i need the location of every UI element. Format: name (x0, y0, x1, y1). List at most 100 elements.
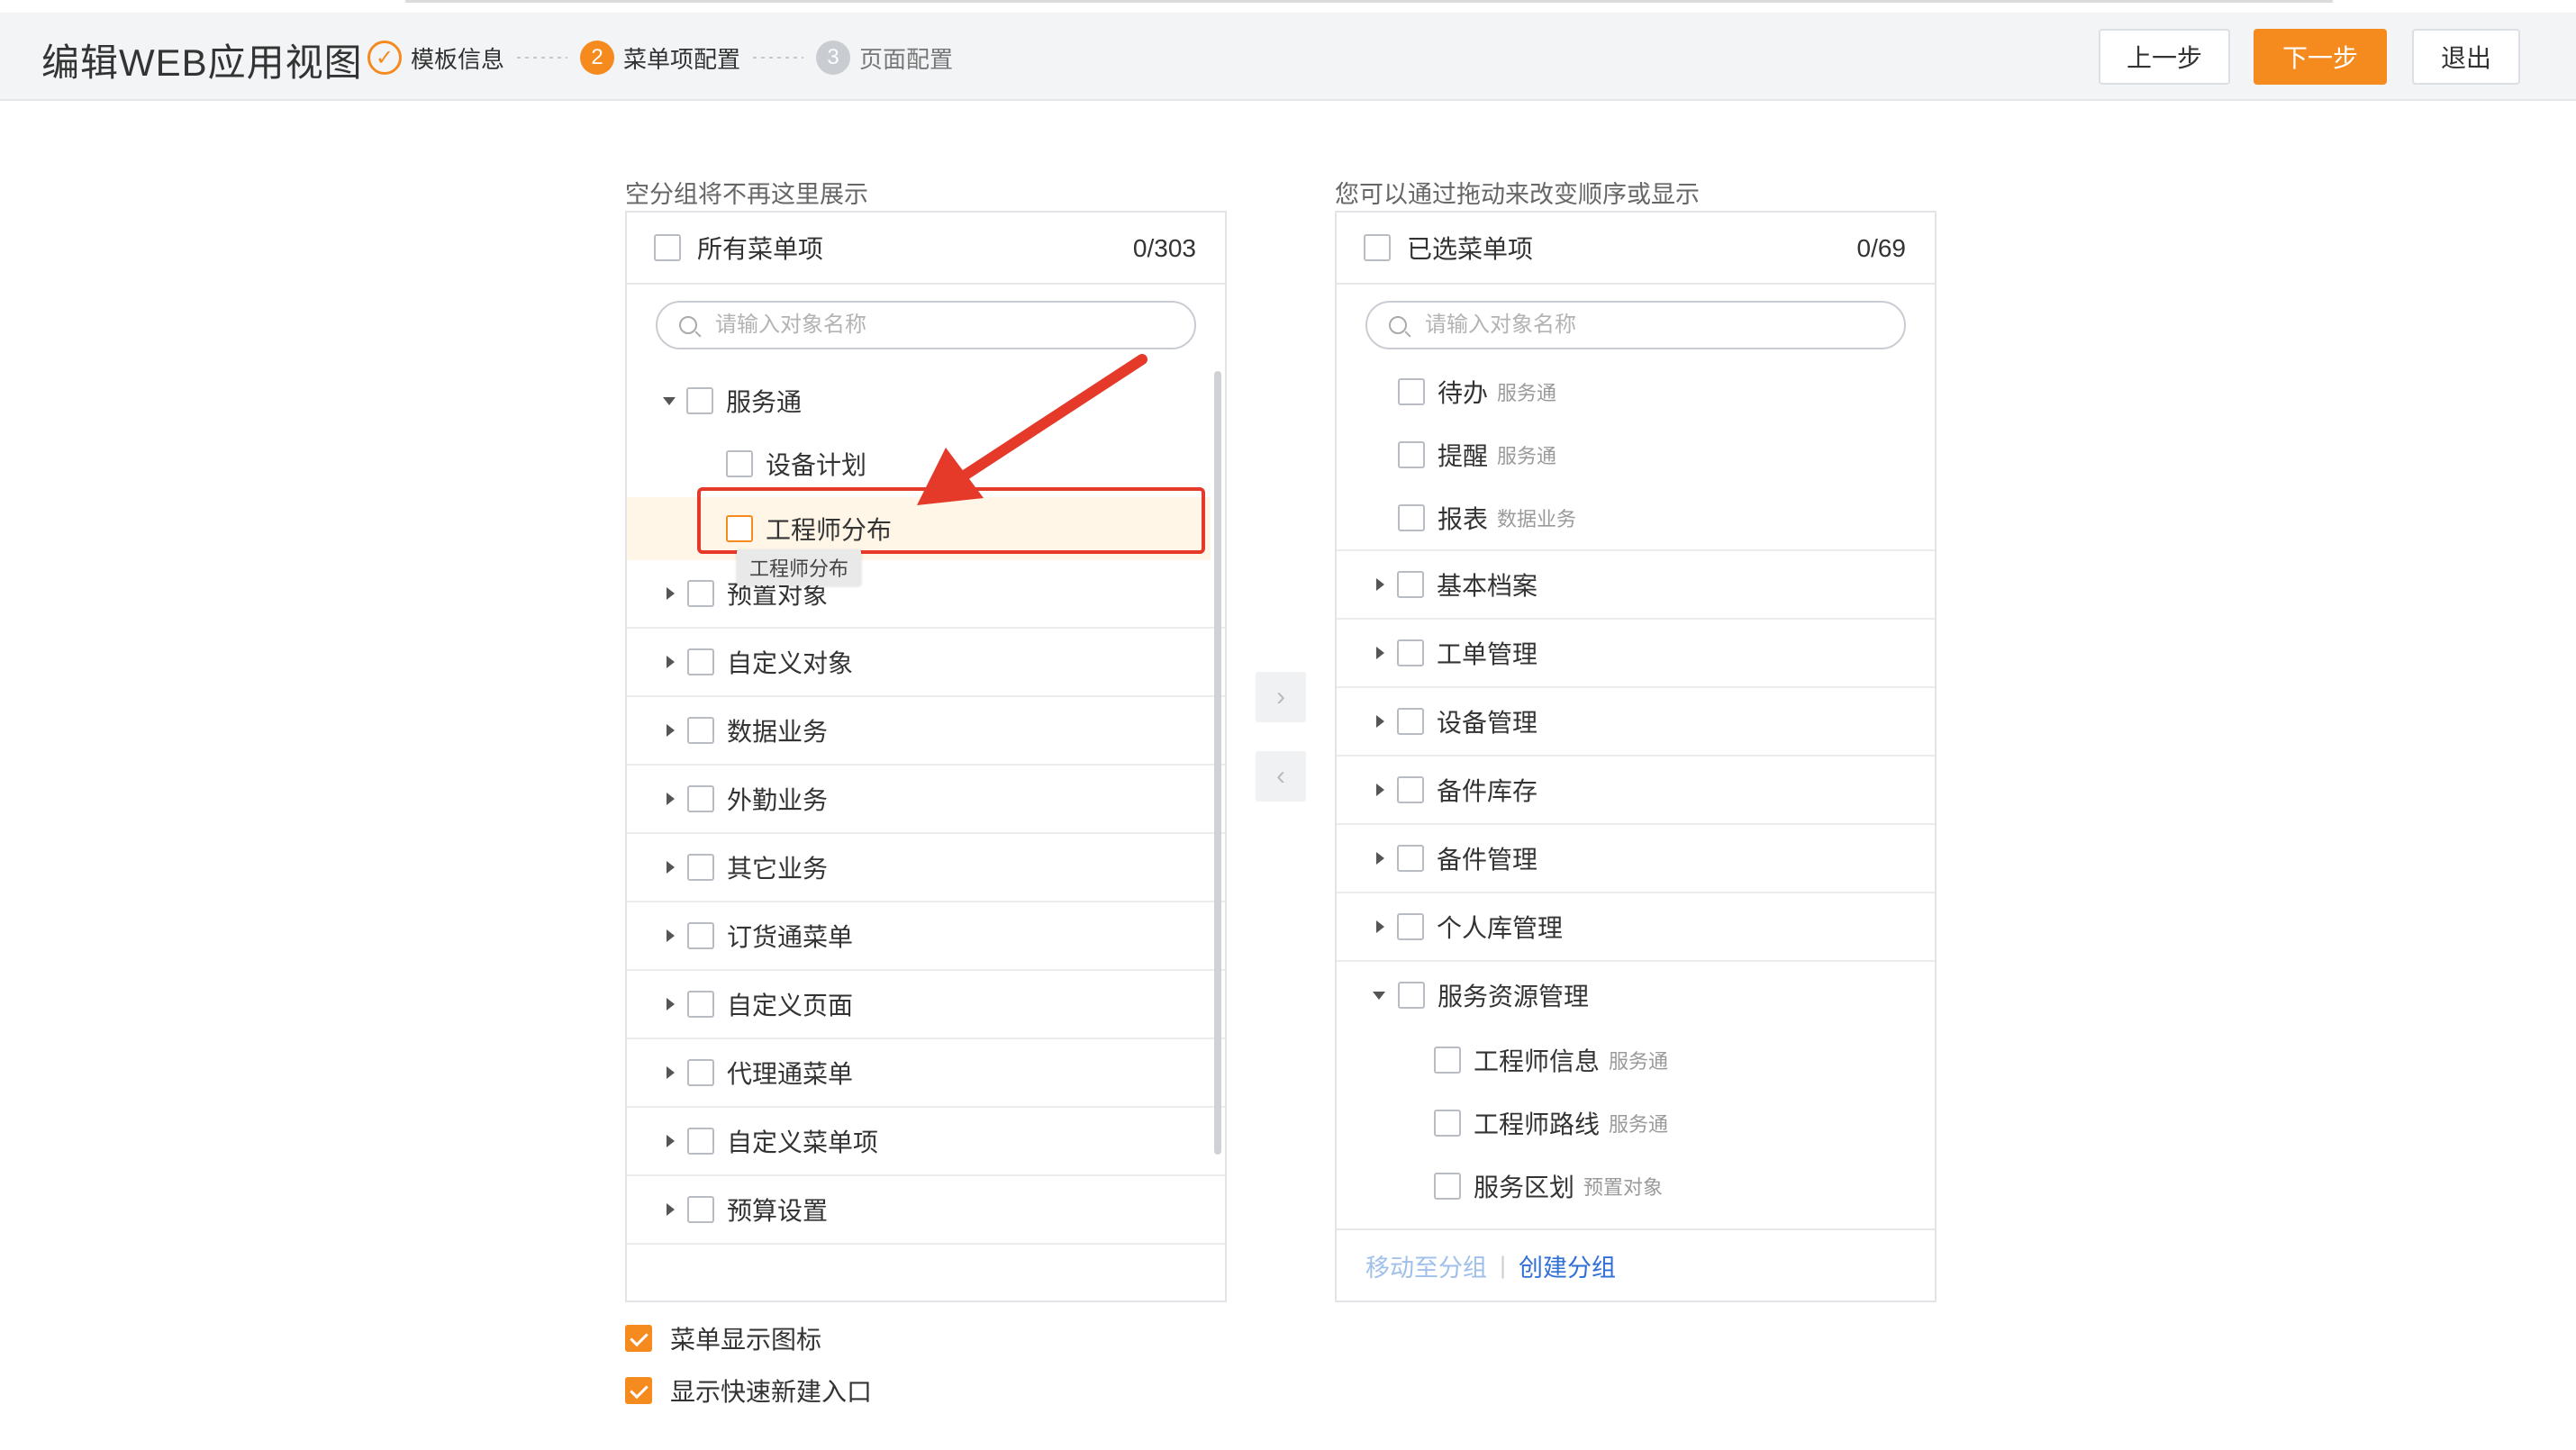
group-checkbox[interactable] (1397, 571, 1424, 598)
left-scrollbar[interactable] (1214, 371, 1221, 1155)
tree-checkbox[interactable] (687, 717, 714, 744)
tree-checkbox[interactable] (687, 991, 714, 1018)
tree-group-row[interactable]: 外勤业务 (627, 766, 1225, 834)
item-label: 待办 (1438, 379, 1489, 407)
step-label: 页面配置 (859, 45, 954, 73)
left-panel-title: 所有菜单项 (697, 235, 824, 263)
tree-group-row[interactable]: 自定义页面 (627, 971, 1225, 1039)
check-icon: ✓ (367, 41, 402, 75)
selected-group-row-expanded[interactable]: 服务资源管理 (1337, 962, 1935, 1029)
tree-group-row[interactable]: 预算设置 (627, 1176, 1225, 1245)
group-checkbox[interactable] (1397, 845, 1424, 872)
selected-child-row[interactable]: 服务区划 预置对象 (1337, 1155, 1935, 1218)
tree-checkbox[interactable] (687, 580, 714, 607)
tree-group-row[interactable]: 预置对象 (627, 560, 1225, 629)
caret-right-icon[interactable] (1376, 920, 1384, 933)
item-source-tag: 服务通 (1497, 445, 1557, 467)
next-step-button[interactable]: 下一步 (2254, 29, 2387, 85)
annotation-arrow-icon (917, 354, 1147, 505)
selected-group-row[interactable]: 设备管理 (1337, 688, 1935, 757)
caret-right-icon[interactable] (667, 587, 675, 600)
caret-right-icon[interactable] (667, 998, 675, 1010)
tree-checkbox[interactable] (687, 785, 714, 812)
caret-right-icon[interactable] (1376, 578, 1384, 591)
left-panel-count: 0/303 (1132, 234, 1196, 262)
option-checkbox[interactable] (625, 1325, 652, 1352)
caret-right-icon[interactable] (667, 1066, 675, 1079)
group-checkbox[interactable] (1398, 982, 1425, 1009)
tree-group-row[interactable]: 代理通菜单 (627, 1039, 1225, 1108)
group-checkbox[interactable] (1397, 776, 1424, 803)
caret-right-icon[interactable] (667, 1135, 675, 1147)
caret-down-icon[interactable] (1373, 991, 1385, 1000)
caret-right-icon[interactable] (1376, 647, 1384, 659)
selected-child-row[interactable]: 工程师信息 服务通 (1337, 1029, 1935, 1092)
select-all-checkbox[interactable] (654, 234, 681, 261)
caret-right-icon[interactable] (1376, 715, 1384, 728)
tree-checkbox[interactable] (687, 1059, 714, 1086)
selected-item-row[interactable]: 提醒 服务通 (1337, 423, 1935, 486)
caret-right-icon[interactable] (1376, 784, 1384, 796)
move-to-group-link[interactable]: 移动至分组 (1365, 1248, 1487, 1283)
tree-group-row[interactable]: 订货通菜单 (627, 902, 1225, 971)
move-right-button[interactable]: › (1256, 672, 1306, 722)
item-source-tag: 预置对象 (1583, 1176, 1664, 1199)
group-checkbox[interactable] (1397, 639, 1424, 666)
selected-group-row[interactable]: 备件库存 (1337, 757, 1935, 825)
tree-checkbox[interactable] (687, 854, 714, 881)
right-panel-header: 已选菜单项 0/69 (1337, 213, 1935, 285)
selected-group-row[interactable]: 工单管理 (1337, 620, 1935, 688)
selected-group-row[interactable]: 个人库管理 (1337, 893, 1935, 962)
tree-checkbox[interactable] (687, 648, 714, 675)
item-source-tag: 数据业务 (1497, 508, 1577, 530)
select-all-selected-checkbox[interactable] (1364, 234, 1391, 261)
item-checkbox[interactable] (1434, 1110, 1461, 1137)
group-checkbox[interactable] (1397, 708, 1424, 735)
page-header: 编辑WEB应用视图 ✓ 模板信息 2 菜单项配置 3 页面配置 上一步 下一步 … (0, 13, 2576, 101)
caret-right-icon[interactable] (1376, 852, 1384, 865)
group-label: 设备管理 (1437, 709, 1538, 737)
selected-item-row[interactable]: 报表 数据业务 (1337, 486, 1935, 551)
selected-group-row[interactable]: 基本档案 (1337, 551, 1935, 620)
tree-checkbox[interactable] (687, 1128, 714, 1155)
selected-item-row[interactable]: 待办 服务通 (1337, 360, 1935, 423)
tree-group-row[interactable]: 自定义菜单项 (627, 1108, 1225, 1176)
caret-right-icon[interactable] (667, 724, 675, 737)
tree-group-row[interactable]: 其它业务 (627, 834, 1225, 902)
caret-right-icon[interactable] (667, 656, 675, 668)
item-checkbox[interactable] (1398, 504, 1425, 531)
tree-checkbox[interactable] (687, 1196, 714, 1223)
group-checkbox[interactable] (1397, 913, 1424, 940)
item-checkbox[interactable] (1398, 441, 1425, 468)
group-label: 备件管理 (1437, 846, 1538, 874)
item-checkbox[interactable] (1398, 378, 1425, 405)
tree-checkbox[interactable] (726, 450, 753, 477)
option-show-menu-icon[interactable]: 菜单显示图标 (625, 1320, 821, 1356)
tree-checkbox[interactable] (687, 922, 714, 949)
tree-checkbox[interactable] (686, 387, 713, 414)
item-source-tag: 服务通 (1609, 1050, 1669, 1073)
move-left-button[interactable]: ‹ (1256, 751, 1306, 802)
left-search-input[interactable] (715, 313, 1128, 338)
tree-group-row[interactable]: 自定义对象 (627, 629, 1225, 697)
exit-button[interactable]: 退出 (2412, 29, 2520, 85)
caret-right-icon[interactable] (667, 793, 675, 805)
selected-child-row[interactable]: 工程师路线 服务通 (1337, 1092, 1935, 1155)
item-label: 工程师路线 (1474, 1110, 1601, 1138)
caret-right-icon[interactable] (667, 861, 675, 874)
create-group-link[interactable]: 创建分组 (1519, 1248, 1616, 1283)
caret-right-icon[interactable] (667, 1203, 675, 1216)
right-panel-title: 已选菜单项 (1407, 235, 1534, 263)
option-show-quick-create[interactable]: 显示快速新建入口 (625, 1373, 872, 1409)
item-checkbox[interactable] (1434, 1047, 1461, 1074)
item-checkbox[interactable] (1434, 1173, 1461, 1200)
group-label: 基本档案 (1437, 572, 1538, 600)
selected-group-row[interactable]: 备件管理 (1337, 825, 1935, 893)
prev-step-button[interactable]: 上一步 (2099, 29, 2230, 85)
caret-right-icon[interactable] (667, 929, 675, 942)
tree-group-row[interactable]: 数据业务 (627, 697, 1225, 766)
option-checkbox[interactable] (625, 1377, 652, 1404)
caret-down-icon[interactable] (663, 396, 676, 405)
right-search-input[interactable] (1425, 313, 1837, 338)
tree-group-label: 自定义页面 (727, 992, 854, 1020)
